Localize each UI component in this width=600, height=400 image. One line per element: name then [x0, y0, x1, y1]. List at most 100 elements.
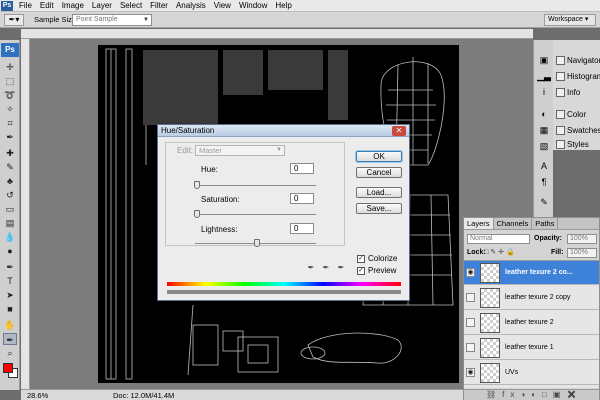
- navigator-tab-icon: [556, 55, 565, 65]
- visibility-toggle-icon[interactable]: [466, 343, 475, 352]
- quick-select-tool-icon[interactable]: ✧: [3, 103, 17, 115]
- horizontal-ruler[interactable]: [21, 29, 533, 39]
- shape-tool-icon[interactable]: ■: [3, 303, 17, 315]
- swatches-panel-tab[interactable]: Swatches: [556, 122, 600, 138]
- navigator-icon[interactable]: ▣: [537, 54, 551, 66]
- character-icon[interactable]: A: [537, 160, 551, 172]
- eye-icon[interactable]: ◉: [466, 368, 475, 377]
- sample-size-select[interactable]: Point Sample ▼: [72, 14, 152, 26]
- blend-mode-select[interactable]: Normal: [467, 234, 530, 244]
- info-icon[interactable]: i: [537, 86, 551, 98]
- adjustment-group: [165, 142, 345, 246]
- layers-panel-tabs: Layers Channels Paths: [464, 218, 599, 230]
- color-icon[interactable]: ◐: [537, 108, 551, 120]
- healing-brush-tool-icon[interactable]: ✚: [3, 147, 17, 159]
- move-tool-icon[interactable]: ✛: [3, 61, 17, 73]
- eyedropper-plus-icon[interactable]: ✒: [321, 263, 331, 273]
- eyedropper-tool-icon[interactable]: ✒: [3, 131, 17, 143]
- edit-channel-select[interactable]: Master ▼: [195, 145, 285, 156]
- chevron-down-icon: ▼: [143, 17, 149, 23]
- menu-bar: Ps File Edit Image Layer Select Filter A…: [0, 0, 600, 12]
- cancel-button[interactable]: Cancel: [356, 167, 402, 178]
- styles-panel-tab[interactable]: Styles: [556, 138, 600, 150]
- visibility-toggle-icon[interactable]: [466, 293, 475, 302]
- layers-footer-actions-icon[interactable]: ⛓fx◑◐□▣✖: [464, 389, 599, 400]
- info-panel-tab[interactable]: Info: [556, 84, 600, 100]
- eraser-tool-icon[interactable]: ▭: [3, 203, 17, 215]
- layer-row[interactable]: ◉ UVs: [464, 361, 599, 385]
- layer-name: leather texure 1: [505, 344, 554, 351]
- menu-file[interactable]: File: [15, 0, 36, 12]
- load-button[interactable]: Load...: [356, 187, 402, 198]
- pen-tool-icon[interactable]: ✒: [3, 261, 17, 273]
- tab-layers[interactable]: Layers: [464, 218, 494, 229]
- blur-tool-icon[interactable]: 💧: [3, 231, 17, 243]
- lightness-slider-thumb[interactable]: [254, 239, 260, 247]
- eyedropper-icon[interactable]: ✒: [306, 263, 316, 273]
- marquee-tool-icon[interactable]: ⬚: [3, 75, 17, 87]
- opacity-input[interactable]: 100%: [567, 234, 597, 244]
- document-size: Doc: 12.0M/41.4M: [113, 391, 175, 400]
- eyedropper-minus-icon[interactable]: ✒: [336, 263, 346, 273]
- navigator-panel-tab[interactable]: Navigator: [556, 52, 600, 68]
- saturation-slider-track[interactable]: [195, 214, 316, 215]
- type-tool-icon[interactable]: T: [3, 275, 17, 287]
- menu-image[interactable]: Image: [58, 0, 88, 12]
- visibility-toggle-icon[interactable]: [466, 318, 475, 327]
- save-button[interactable]: Save...: [356, 203, 402, 214]
- brush-tool-icon[interactable]: ✎: [3, 161, 17, 173]
- menu-select[interactable]: Select: [116, 0, 146, 12]
- close-icon[interactable]: ✕: [392, 126, 406, 136]
- menu-window[interactable]: Window: [235, 0, 271, 12]
- menu-analysis[interactable]: Analysis: [172, 0, 210, 12]
- hue-input[interactable]: 0: [290, 163, 314, 174]
- lasso-tool-icon[interactable]: ➰: [3, 89, 17, 101]
- hue-slider-track[interactable]: [195, 185, 316, 186]
- layer-thumbnail: [480, 338, 500, 358]
- eye-icon[interactable]: ◉: [466, 268, 475, 277]
- gradient-tool-icon[interactable]: ▤: [3, 217, 17, 229]
- crop-tool-icon[interactable]: ⌗: [3, 117, 17, 129]
- saturation-input[interactable]: 0: [290, 193, 314, 204]
- lightness-input[interactable]: 0: [290, 223, 314, 234]
- preview-checkbox[interactable]: ✓: [357, 267, 365, 275]
- active-eyedropper-tool-icon[interactable]: ✒: [3, 333, 17, 345]
- menu-filter[interactable]: Filter: [146, 0, 172, 12]
- layer-row[interactable]: leather texure 1: [464, 336, 599, 360]
- ok-button[interactable]: OK: [356, 151, 402, 162]
- dodge-tool-icon[interactable]: ●: [3, 245, 17, 257]
- foreground-color-swatch[interactable]: [3, 363, 13, 373]
- swatches-icon[interactable]: ▦: [537, 124, 551, 136]
- menu-edit[interactable]: Edit: [36, 0, 58, 12]
- layer-row[interactable]: ◉ leather texure 2 co...: [464, 261, 599, 285]
- tab-channels[interactable]: Channels: [494, 218, 533, 229]
- fill-input[interactable]: 100%: [567, 248, 597, 258]
- paragraph-icon[interactable]: ¶: [537, 176, 551, 188]
- menu-layer[interactable]: Layer: [88, 0, 116, 12]
- edit-channel-value: Master: [199, 146, 222, 155]
- layer-row[interactable]: leather texure 2: [464, 311, 599, 335]
- lock-options-icon[interactable]: □✎✛🔒: [484, 248, 517, 256]
- menu-view[interactable]: View: [210, 0, 235, 12]
- eyedropper-preset-icon[interactable]: ✒▾: [4, 14, 24, 26]
- saturation-slider-thumb[interactable]: [194, 210, 200, 218]
- path-selection-tool-icon[interactable]: ➤: [3, 289, 17, 301]
- histogram-panel-tab[interactable]: Histogram: [556, 68, 600, 84]
- zoom-tool-icon[interactable]: ⌕: [3, 347, 17, 359]
- hue-slider-thumb[interactable]: [194, 181, 200, 189]
- hand-tool-icon[interactable]: ✋: [3, 319, 17, 331]
- history-brush-tool-icon[interactable]: ↺: [3, 189, 17, 201]
- colorize-checkbox[interactable]: ✓: [357, 255, 365, 263]
- chevron-down-icon: ▾: [584, 16, 589, 23]
- layer-row[interactable]: leather texure 2 copy: [464, 286, 599, 310]
- color-panel-tab[interactable]: Color: [556, 106, 600, 122]
- styles-icon[interactable]: ▧: [537, 140, 551, 152]
- menu-help[interactable]: Help: [271, 0, 295, 12]
- workspace-button[interactable]: Workspace ▾: [544, 14, 596, 26]
- vertical-ruler[interactable]: [21, 39, 30, 389]
- tab-paths[interactable]: Paths: [532, 218, 559, 229]
- brushes-icon[interactable]: ✎: [537, 196, 551, 208]
- clone-stamp-tool-icon[interactable]: ♣: [3, 175, 17, 187]
- histogram-icon[interactable]: ▁▃: [537, 70, 551, 82]
- zoom-level[interactable]: 28.6%: [27, 391, 48, 400]
